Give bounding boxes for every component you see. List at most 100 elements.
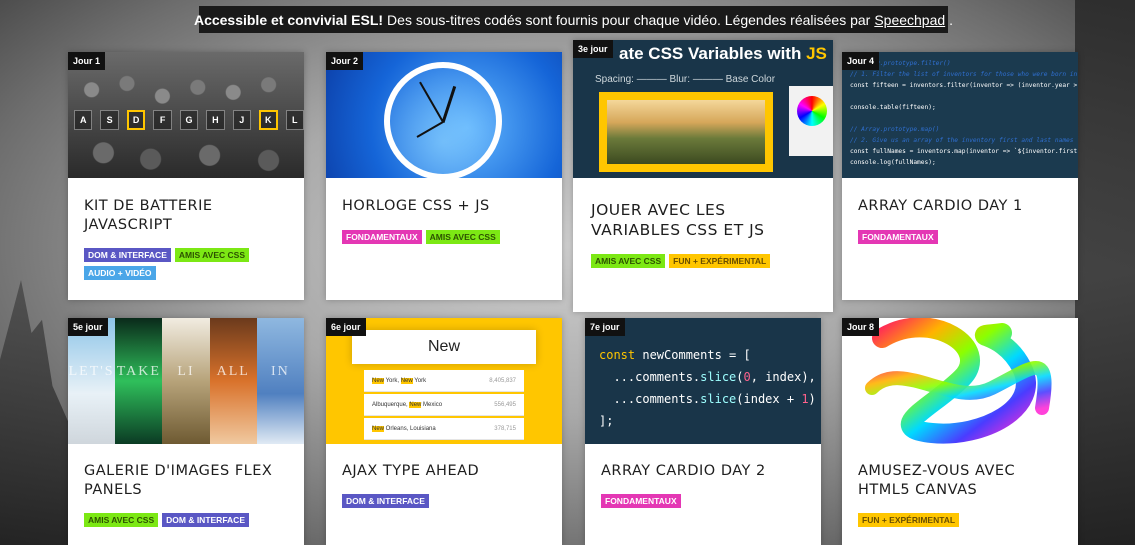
background-trees-left: [0, 280, 70, 545]
tag-list: FUN + EXPÉRIMENTAL: [858, 513, 1064, 527]
drum-keys: ASDFGHJKL: [74, 110, 304, 130]
tag-list: AMIS AVEC CSS FUN + EXPÉRIMENTAL: [591, 254, 819, 268]
tag-list: FONDAMENTAUX: [601, 494, 807, 508]
course-card-day-5[interactable]: LET'S TAKE LI ALL IN 5e jour Galerie d'image…: [68, 318, 304, 545]
drum-key: K: [259, 110, 278, 130]
landscape-image: [599, 92, 773, 172]
flex-panels-thumbnail: LET'S TAKE LI ALL IN: [68, 318, 304, 444]
code-line: ...comments.slice(index + 1): [599, 392, 816, 406]
tag-list: DOM & INTERFACE AMIS AVEC CSS AUDIO + VIDÉ…: [84, 248, 290, 280]
day-badge: Jour 1: [68, 52, 106, 70]
course-card-day-7[interactable]: const newComments = [ ...comments.slice(…: [585, 318, 821, 545]
course-card-day-3[interactable]: ate CSS Variables with JS Spacing: ——— B…: [573, 40, 833, 312]
suggestion-city: Albuquerque, New Mexico: [372, 401, 443, 408]
code-line: // Array.prototype.map(): [850, 126, 940, 133]
clock-face: [384, 62, 502, 178]
canvas-thumbnail: [842, 318, 1078, 444]
card-title[interactable]: Galerie d'images Flex Panels: [84, 462, 290, 500]
panel-word: ALL: [216, 364, 250, 379]
tag-badge[interactable]: FONDAMENTAUX: [342, 230, 422, 244]
day-badge: Jour 8: [842, 318, 880, 336]
color-picker-panel: [789, 86, 833, 156]
tag-badge[interactable]: DOM & INTERFACE: [342, 494, 429, 508]
code-line: console.log(fullNames);: [850, 159, 936, 166]
day-badge: 5e jour: [68, 318, 108, 336]
suggestion-population: 556,495: [494, 401, 516, 408]
tag-list: FONDAMENTAUX AMIS AVEC CSS: [342, 230, 548, 244]
drum-key: H: [206, 110, 225, 130]
array-cardio-2-thumbnail: const newComments = [ ...comments.slice(…: [585, 318, 821, 444]
banner-text: Des sous-titres codés sont fournis pour …: [387, 11, 871, 28]
course-card-day-6[interactable]: New New York, New York 8,405,837 Albuquerq…: [326, 318, 562, 545]
type-ahead-thumbnail: New New York, New York 8,405,837 Albuquerq…: [326, 318, 562, 444]
clock-thumbnail: [326, 52, 562, 178]
code-line: const fifteen = inventors.filter(invento…: [850, 82, 1078, 89]
drum-key: J: [232, 110, 252, 130]
card-title[interactable]: Array Cardio Day 2: [601, 462, 807, 481]
tag-badge[interactable]: AMIS AVEC CSS: [84, 513, 159, 527]
course-card-day-1[interactable]: ASDFGHJKL Jour 1 Kit de batterie JavaScr…: [68, 52, 304, 300]
drum-key: L: [285, 110, 304, 130]
flex-panel: LET'S: [68, 318, 116, 444]
code-line: console.table(fifteen);: [850, 104, 936, 111]
thumb-controls: Spacing: ——— Blur: ——— Base Color: [595, 74, 776, 85]
code-line: // 2. Give us an array of the inventory …: [850, 137, 1074, 144]
flex-panel: TAKE: [115, 318, 163, 444]
tag-list: FONDAMENTAUX: [858, 230, 1064, 244]
background-trees-right: [1075, 0, 1135, 545]
tag-badge[interactable]: AUDIO + VIDÉO: [84, 266, 156, 280]
search-box: New: [352, 330, 536, 364]
flex-panel: LI: [162, 318, 210, 444]
drum-key: F: [153, 110, 172, 130]
drum-key: D: [126, 110, 146, 130]
suggestion-population: 8,405,837: [489, 377, 516, 384]
drum-kit-thumbnail: ASDFGHJKL: [68, 52, 304, 178]
banner-lead: Accessible et convivial ESL!: [193, 11, 384, 28]
card-title[interactable]: Amusez-vous avec HTML5 Canvas: [858, 462, 1064, 500]
tag-list: DOM & INTERFACE: [342, 494, 548, 508]
clock-minute-hand: [416, 121, 444, 138]
suggestion-city: New Orleans, Louisiana: [372, 425, 436, 432]
card-title[interactable]: Jouer avec les variables CSS et JS: [591, 200, 819, 240]
tag-badge[interactable]: DOM & INTERFACE: [84, 248, 171, 262]
tag-badge[interactable]: FUN + EXPÉRIMENTAL: [669, 254, 771, 268]
tag-badge[interactable]: AMIS AVEC CSS: [591, 254, 666, 268]
tag-badge[interactable]: FONDAMENTAUX: [858, 230, 938, 244]
speechpad-link[interactable]: Speechpad: [874, 12, 945, 28]
card-title[interactable]: Array Cardio Day 1: [858, 197, 1064, 216]
panel-word: TAKE: [116, 364, 161, 379]
card-title[interactable]: Ajax Type Ahead: [342, 462, 548, 481]
code-line: const newComments = [: [599, 348, 751, 362]
day-badge: Jour 2: [326, 52, 364, 70]
code-line: const fullNames = inventors.map(inventor…: [850, 148, 1078, 155]
css-variables-thumbnail: ate CSS Variables with JS Spacing: ——— B…: [573, 40, 833, 178]
tag-badge[interactable]: FUN + EXPÉRIMENTAL: [858, 513, 960, 527]
drum-key: A: [74, 110, 93, 130]
panel-word: IN: [271, 364, 290, 379]
drum-key: S: [100, 110, 119, 130]
course-card-day-8[interactable]: Jour 8 Amusez-vous avec HTML5 Canvas FUN…: [842, 318, 1078, 545]
drum-key: G: [179, 110, 199, 130]
clock-hour-hand: [441, 85, 457, 123]
course-card-day-4[interactable]: // Array.prototype.filter()// 1. Filter …: [842, 52, 1078, 300]
card-title[interactable]: Horloge CSS + JS: [342, 197, 548, 216]
code-line: ...comments.slice(0, index),: [599, 370, 816, 384]
clock-second-hand: [419, 81, 444, 123]
tag-badge[interactable]: AMIS AVEC CSS: [174, 248, 249, 262]
flex-panel: IN: [256, 318, 304, 444]
suggestion-row: New Orleans, Louisiana 378,715: [364, 418, 524, 440]
code-line: ];: [599, 414, 614, 428]
tag-badge[interactable]: AMIS AVEC CSS: [425, 230, 500, 244]
banner-tail: .: [949, 11, 954, 28]
suggestion-city: New York, New York: [372, 377, 427, 384]
tag-list: AMIS AVEC CSS DOM & INTERFACE: [84, 513, 290, 527]
card-title[interactable]: Kit de batterie JavaScript: [84, 197, 290, 235]
code-line: // 1. Filter the list of inventors for t…: [850, 71, 1078, 78]
tag-badge[interactable]: FONDAMENTAUX: [601, 494, 681, 508]
suggestion-row: New York, New York 8,405,837: [364, 370, 524, 392]
course-card-day-2[interactable]: Jour 2 Horloge CSS + JS FONDAMENTAUX AMIS…: [326, 52, 562, 300]
day-badge: Jour 4: [842, 52, 880, 70]
day-badge: 3e jour: [573, 40, 613, 58]
tag-badge[interactable]: DOM & INTERFACE: [162, 513, 249, 527]
thumb-title: ate CSS Variables with JS: [619, 44, 827, 63]
